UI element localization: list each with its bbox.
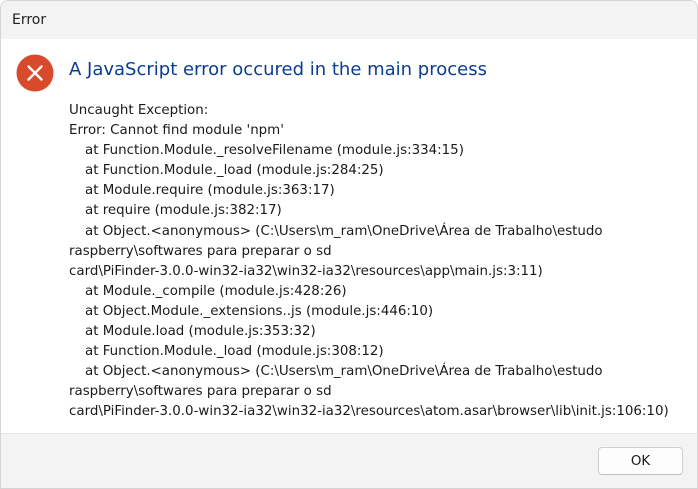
window-title: Error (12, 12, 47, 28)
dialog-content: A JavaScript error occured in the main p… (1, 39, 697, 436)
error-dialog-window: Error A JavaScript error occured in the … (0, 0, 698, 489)
error-message-line: card\PiFinder-3.0.0-win32-ia32\win32-ia3… (69, 404, 669, 420)
error-message-line: at require (module.js:382:17) (85, 203, 282, 219)
title-bar[interactable]: Error (1, 1, 697, 39)
error-message-line: at Function.Module._load (module.js:284:… (85, 163, 384, 179)
error-message-line: at Object.Module._extensions..js (module… (85, 303, 434, 319)
ok-button[interactable]: OK (598, 447, 683, 475)
error-message-line: Uncaught Exception: (69, 103, 209, 118)
dialog-heading: A JavaScript error occured in the main p… (69, 59, 487, 80)
error-message-line: at Object.<anonymous> (C:\Users\m_ram\On… (85, 364, 603, 380)
error-message-line: at Function.Module._resolveFilename (mod… (85, 143, 464, 159)
error-message-line: raspberry\softwares para preparar o sd (69, 243, 332, 259)
error-icon (16, 54, 54, 92)
error-message: Uncaught Exception: Error: Cannot find mo… (69, 101, 691, 423)
error-message-line: at Module.load (module.js:353:32) (85, 324, 316, 340)
dialog-footer: OK (1, 433, 697, 488)
error-message-line: at Module.require (module.js:363:17) (85, 183, 335, 199)
error-message-line: raspberry\softwares para preparar o sd (69, 384, 332, 400)
error-message-line: at Object.<anonymous> (C:\Users\m_ram\On… (85, 223, 603, 239)
error-message-line: card\PiFinder-3.0.0-win32-ia32\win32-ia3… (69, 263, 543, 279)
error-message-line: Error: Cannot find module 'npm' (69, 123, 284, 139)
error-message-line: at Module._compile (module.js:428:26) (85, 283, 347, 299)
error-message-line: at Function.Module._load (module.js:308:… (85, 344, 384, 360)
